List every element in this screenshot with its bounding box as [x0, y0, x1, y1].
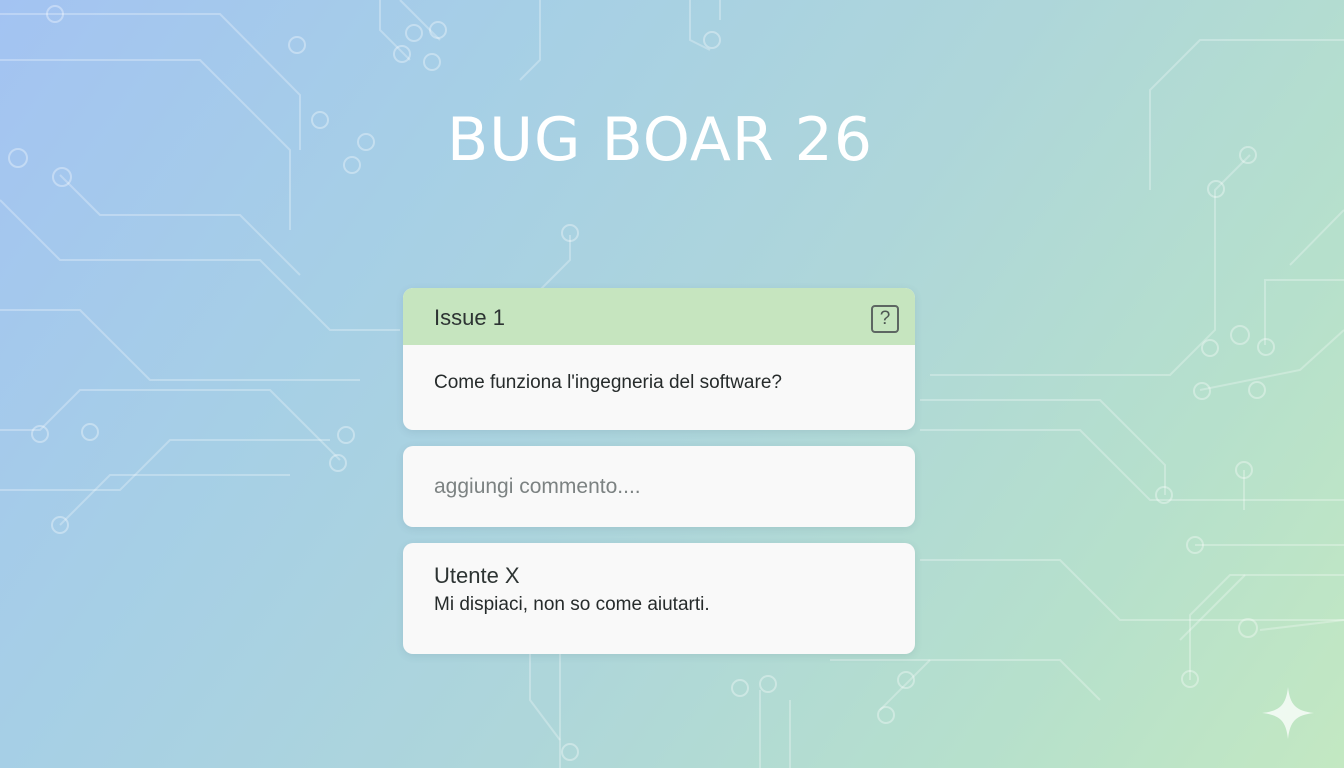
question-mark-icon[interactable]: ? — [871, 305, 899, 333]
comment-author: Utente X — [434, 563, 520, 588]
issue-header: Issue 1 ? — [403, 288, 915, 345]
issue-card: Issue 1 ? Come funziona l'ingegneria del… — [403, 288, 915, 430]
comment-input[interactable] — [403, 446, 915, 527]
comment-text: Mi dispiaci, non so come aiutarti. — [434, 594, 710, 615]
app-title: BUG BOAR 26 — [446, 105, 874, 175]
issue-title: Issue 1 — [434, 305, 505, 330]
sparkle-icon — [1262, 687, 1314, 739]
comment-card: Utente X Mi dispiaci, non so come aiutar… — [403, 543, 915, 654]
comment-input-container — [403, 446, 915, 527]
issue-question: Come funziona l'ingegneria del software? — [434, 372, 782, 393]
